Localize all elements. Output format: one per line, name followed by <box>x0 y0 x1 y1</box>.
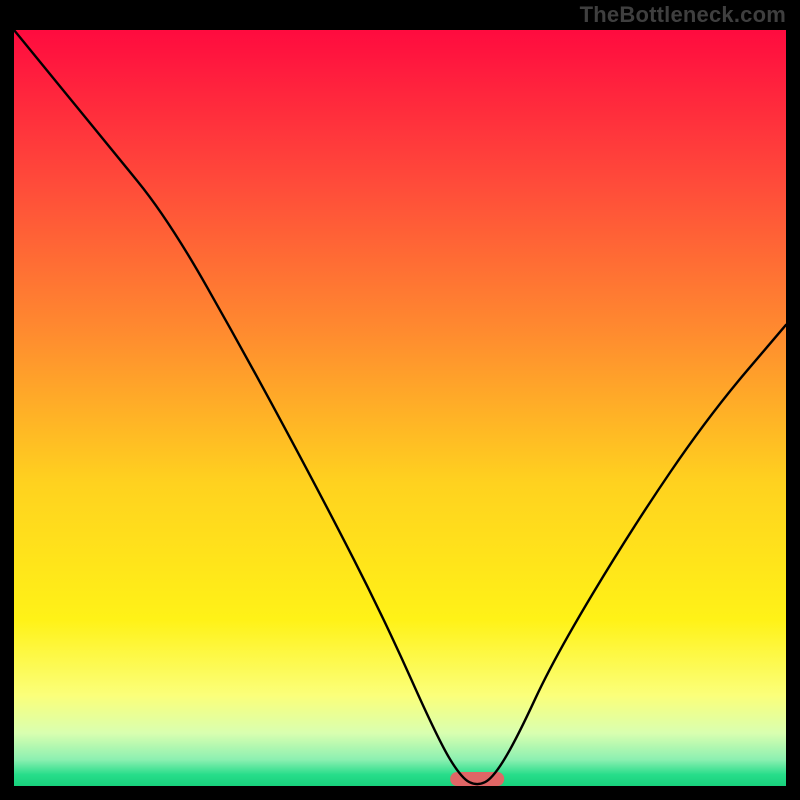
plot-background-gradient <box>14 30 786 786</box>
bottleneck-chart <box>10 10 790 790</box>
chart-frame <box>10 10 790 790</box>
attribution-text: TheBottleneck.com <box>580 2 786 28</box>
